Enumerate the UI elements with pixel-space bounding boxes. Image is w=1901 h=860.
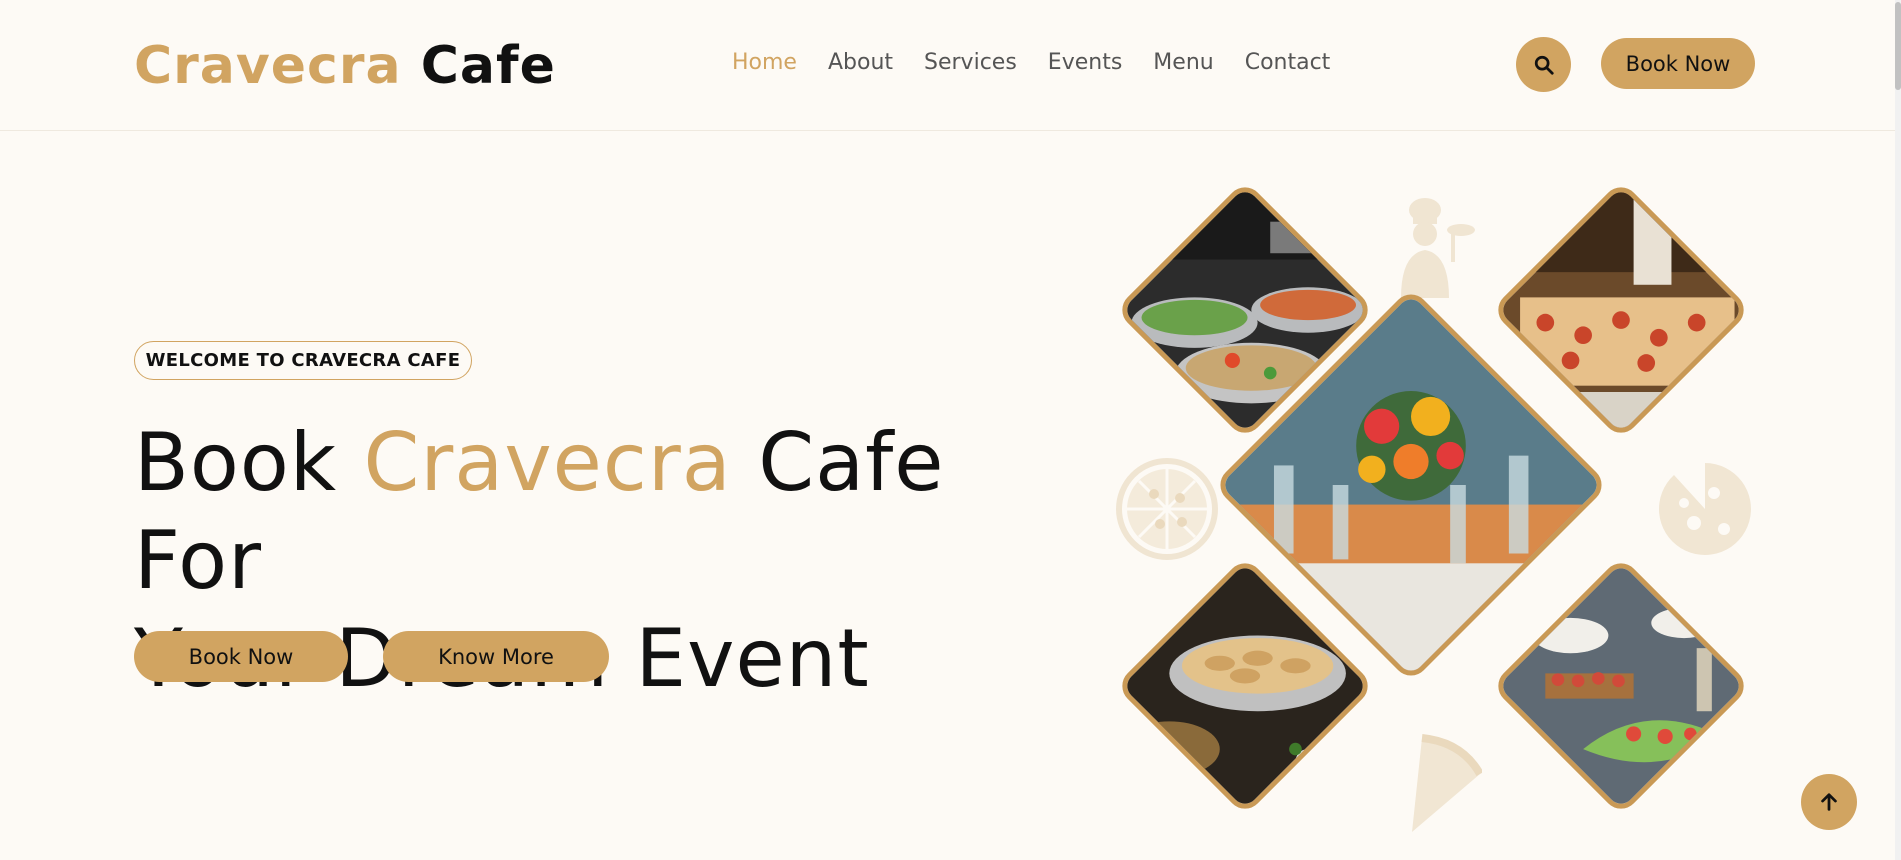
brand-name-dark: Cafe <box>420 36 556 96</box>
hero-book-now-button[interactable]: Book Now <box>134 631 348 682</box>
pizza-icon <box>1116 458 1218 560</box>
nav-link-services[interactable]: Services <box>924 50 1017 75</box>
brand-name-accent: Cravecra <box>134 36 402 96</box>
appetizer-platter-photo <box>1494 559 1748 813</box>
collage-photo-pizza <box>1490 179 1752 441</box>
hero-collage <box>1110 179 1760 838</box>
scroll-to-top-button[interactable] <box>1801 774 1857 830</box>
nav-link-contact[interactable]: Contact <box>1245 50 1331 75</box>
nav-link-about[interactable]: About <box>828 50 893 75</box>
headline-word-book: Book <box>134 416 338 509</box>
welcome-badge: WELCOME TO CRAVECRA CAFE <box>134 341 472 380</box>
nav-link-home[interactable]: Home <box>732 50 797 75</box>
brand-logo[interactable]: Cravecra Cafe <box>134 36 556 96</box>
search-icon <box>1534 55 1554 75</box>
chef-icon <box>1401 198 1475 298</box>
nav-book-now-button[interactable]: Book Now <box>1601 38 1755 89</box>
nav-link-events[interactable]: Events <box>1048 50 1123 75</box>
nav-link-menu[interactable]: Menu <box>1153 50 1213 75</box>
page-scrollbar[interactable] <box>1895 0 1901 860</box>
headline-accent: Cravecra <box>363 416 732 509</box>
know-more-button[interactable]: Know More <box>383 631 609 682</box>
navbar: Cravecra Cafe Home About Services Events… <box>0 0 1895 131</box>
main-nav: Home About Services Events Menu Contact <box>732 50 1330 75</box>
pizza-slice-icon <box>1412 734 1482 832</box>
collage-photo-appetizers <box>1490 555 1752 817</box>
search-button[interactable] <box>1516 37 1571 92</box>
pizza-icon <box>1658 463 1751 555</box>
pizza-trays-photo <box>1494 183 1748 437</box>
arrow-up-icon <box>1821 793 1837 811</box>
scrollbar-thumb[interactable] <box>1895 2 1901 90</box>
